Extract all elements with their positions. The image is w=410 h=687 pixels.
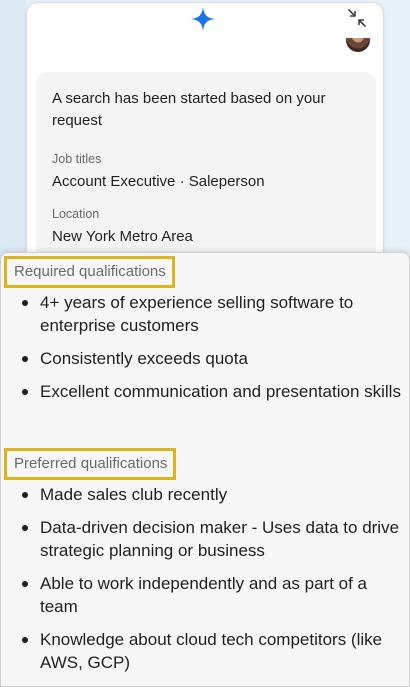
location-value: New York Metro Area xyxy=(52,228,193,245)
bullet-icon xyxy=(22,637,28,643)
list-item: Made sales club recently xyxy=(22,483,402,506)
bullet-icon xyxy=(22,356,28,362)
job-titles-label: Job titles xyxy=(52,152,102,166)
preferred-qualifications-list: Made sales club recently Data-driven dec… xyxy=(22,483,402,674)
list-item: Excellent communication and presentation… xyxy=(22,380,402,403)
assistant-message-text: A search has been started based on your … xyxy=(52,90,326,129)
list-item: Able to work independently and as part o… xyxy=(22,572,402,618)
location-label: Location xyxy=(52,207,100,221)
bullet-icon xyxy=(22,492,28,498)
bullet-icon xyxy=(22,581,28,587)
user-avatar xyxy=(340,38,376,52)
bullet-icon xyxy=(22,300,28,306)
required-qualifications-heading: Required qualifications xyxy=(4,256,175,288)
list-item: Knowledge about cloud tech competitors (… xyxy=(22,628,402,674)
list-item: Consistently exceeds quota xyxy=(22,347,402,370)
preferred-qualifications-heading: Preferred qualifications xyxy=(4,448,177,480)
job-titles-value: Account Executive · Saleperson xyxy=(52,173,265,190)
minimize-icon[interactable] xyxy=(346,7,368,29)
bullet-icon xyxy=(22,525,28,531)
required-qualifications-list: 4+ years of experience selling software … xyxy=(22,291,402,403)
bullet-icon xyxy=(22,389,28,395)
list-item: 4+ years of experience selling software … xyxy=(22,291,402,337)
sparkle-icon xyxy=(191,7,215,31)
list-item: Data-driven decision maker - Uses data t… xyxy=(22,516,402,562)
